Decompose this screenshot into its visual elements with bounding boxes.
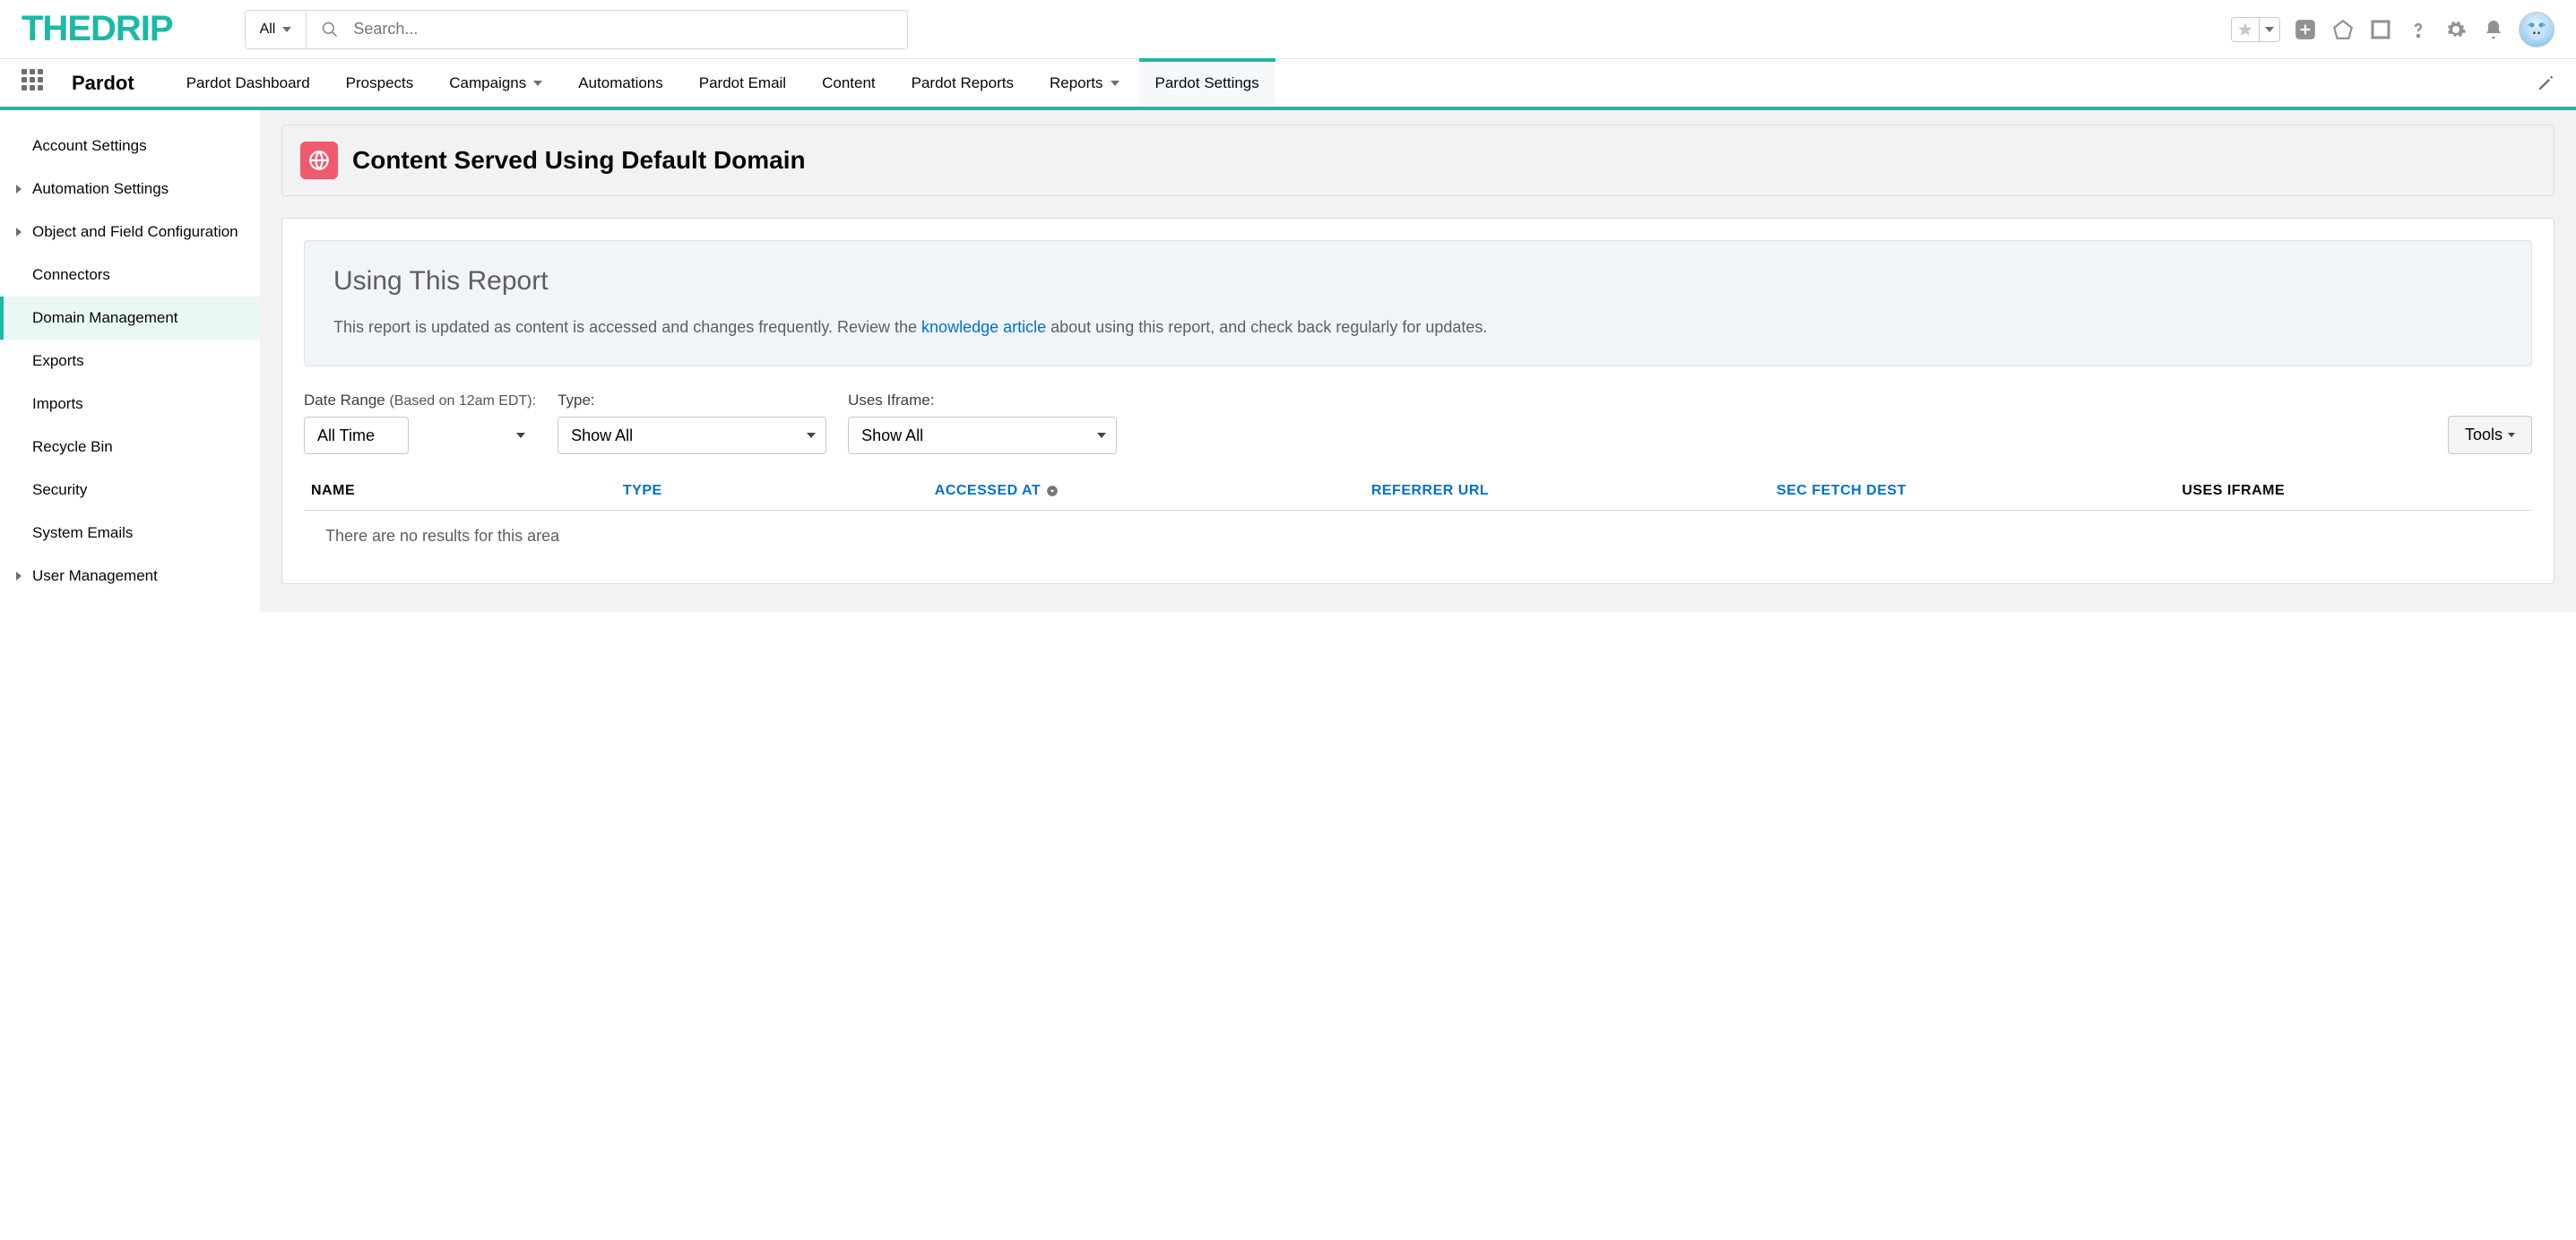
- filter-hint-date: (Based on 12am EDT):: [389, 393, 536, 409]
- filter-label-date: Date Range: [304, 392, 389, 409]
- sidebar-item-domain-management[interactable]: Domain Management: [0, 297, 260, 340]
- info-text-after: about using this report, and check back …: [1046, 318, 1487, 336]
- caret-down-icon: [2508, 433, 2515, 437]
- nav-tab-label: Reports: [1050, 74, 1103, 92]
- bell-icon: [2483, 19, 2504, 40]
- sidebar-item-object-and-field-configuration[interactable]: Object and Field Configuration: [0, 211, 260, 254]
- nav-tab-reports[interactable]: Reports: [1033, 59, 1136, 107]
- nav-tab-label: Content: [822, 74, 876, 92]
- filter-label-type: Type:: [558, 392, 826, 409]
- search-input[interactable]: [353, 20, 892, 39]
- salesforce-cloud-button[interactable]: [2330, 17, 2356, 42]
- help-button[interactable]: [2406, 17, 2431, 42]
- empty-results-message: There are no results for this area: [304, 511, 2532, 562]
- page-header: Content Served Using Default Domain: [281, 125, 2554, 196]
- nav-tab-campaigns[interactable]: Campaigns: [433, 59, 558, 107]
- plus-icon: [2294, 18, 2317, 41]
- nav-tab-content[interactable]: Content: [806, 59, 892, 107]
- sidebar-item-imports[interactable]: Imports: [0, 383, 260, 426]
- square-icon: [2370, 19, 2391, 40]
- setup-button[interactable]: [2443, 17, 2468, 42]
- nav-tab-label: Campaigns: [449, 74, 526, 92]
- edit-nav-button[interactable]: [2537, 74, 2554, 92]
- sidebar-item-system-emails[interactable]: System Emails: [0, 512, 260, 555]
- search-icon: [321, 21, 339, 39]
- type-select[interactable]: Show All: [558, 417, 826, 454]
- col-type[interactable]: TYPE: [623, 483, 935, 499]
- nav-tab-label: Prospects: [346, 74, 414, 92]
- settings-sidebar: Account SettingsAutomation SettingsObjec…: [0, 110, 260, 612]
- filter-label-iframe: Uses Iframe:: [848, 392, 1117, 409]
- pencil-icon: [2537, 74, 2554, 92]
- info-text: This report is updated as content is acc…: [333, 314, 2503, 340]
- search-scope-label: All: [260, 22, 276, 38]
- col-uses-iframe: USES IFRAME: [2182, 483, 2525, 499]
- chevron-down-icon: [2265, 27, 2274, 32]
- nav-tab-pardot-settings[interactable]: Pardot Settings: [1139, 59, 1275, 107]
- chevron-down-icon: [282, 27, 291, 32]
- filter-uses-iframe: Uses Iframe: Show All: [848, 392, 1117, 454]
- trailhead-button[interactable]: [2368, 17, 2393, 42]
- app-name: Pardot: [72, 72, 134, 95]
- nav-tab-label: Pardot Email: [699, 74, 786, 92]
- global-search: All: [245, 10, 908, 49]
- col-name: NAME: [311, 483, 623, 499]
- sidebar-item-security[interactable]: Security: [0, 469, 260, 512]
- gear-icon: [2445, 19, 2467, 40]
- info-title: Using This Report: [333, 266, 2503, 297]
- chevron-down-icon: [533, 81, 542, 86]
- question-icon: [2407, 19, 2429, 40]
- sidebar-item-exports[interactable]: Exports: [0, 340, 260, 383]
- tools-label: Tools: [2465, 426, 2503, 444]
- chevron-down-icon: [1111, 81, 1119, 86]
- nav-tab-label: Pardot Reports: [912, 74, 1014, 92]
- date-range-select[interactable]: All Time: [304, 417, 409, 454]
- nav-tab-prospects[interactable]: Prospects: [330, 59, 430, 107]
- avatar-icon: [2523, 16, 2550, 43]
- favorites-dropdown[interactable]: [2231, 17, 2280, 42]
- add-button[interactable]: [2293, 17, 2318, 42]
- cloud-icon: [2331, 18, 2355, 41]
- col-accessed-at[interactable]: ACCESSED AT: [935, 483, 1371, 499]
- sidebar-item-connectors[interactable]: Connectors: [0, 254, 260, 297]
- notifications-button[interactable]: [2481, 17, 2506, 42]
- star-icon: [2237, 22, 2253, 38]
- sidebar-item-automation-settings[interactable]: Automation Settings: [0, 168, 260, 211]
- tools-button[interactable]: Tools: [2448, 416, 2532, 454]
- sidebar-item-account-settings[interactable]: Account Settings: [0, 125, 260, 168]
- nav-tab-pardot-dashboard[interactable]: Pardot Dashboard: [170, 59, 326, 107]
- nav-tab-pardot-email[interactable]: Pardot Email: [683, 59, 802, 107]
- content-card: Using This Report This report is updated…: [281, 218, 2554, 584]
- info-box: Using This Report This report is updated…: [304, 240, 2532, 366]
- knowledge-article-link[interactable]: knowledge article: [921, 318, 1046, 336]
- app-logo[interactable]: THEDRIP: [22, 9, 173, 49]
- nav-tab-label: Pardot Dashboard: [186, 74, 310, 92]
- uses-iframe-select[interactable]: Show All: [848, 417, 1117, 454]
- sidebar-item-recycle-bin[interactable]: Recycle Bin: [0, 426, 260, 469]
- app-launcher-button[interactable]: [22, 69, 50, 98]
- nav-tab-pardot-reports[interactable]: Pardot Reports: [895, 59, 1030, 107]
- sidebar-item-user-management[interactable]: User Management: [0, 555, 260, 598]
- nav-tab-label: Automations: [578, 74, 663, 92]
- page-title: Content Served Using Default Domain: [352, 146, 806, 175]
- sort-desc-icon: [1046, 485, 1059, 497]
- nav-tab-label: Pardot Settings: [1155, 74, 1259, 92]
- nav-tab-automations[interactable]: Automations: [562, 59, 679, 107]
- user-avatar[interactable]: [2519, 12, 2554, 47]
- search-scope-dropdown[interactable]: All: [246, 11, 307, 48]
- filter-date-range: Date Range (Based on 12am EDT): All Time: [304, 392, 536, 454]
- col-referrer-url[interactable]: REFERRER URL: [1371, 483, 1776, 499]
- info-text-before: This report is updated as content is acc…: [333, 318, 921, 336]
- filter-type: Type: Show All: [558, 392, 826, 454]
- globe-icon: [300, 142, 338, 179]
- results-table: NAMETYPEACCESSED ATREFERRER URLSEC FETCH…: [304, 472, 2532, 562]
- col-sec-fetch-dest[interactable]: SEC FETCH DEST: [1776, 483, 2182, 499]
